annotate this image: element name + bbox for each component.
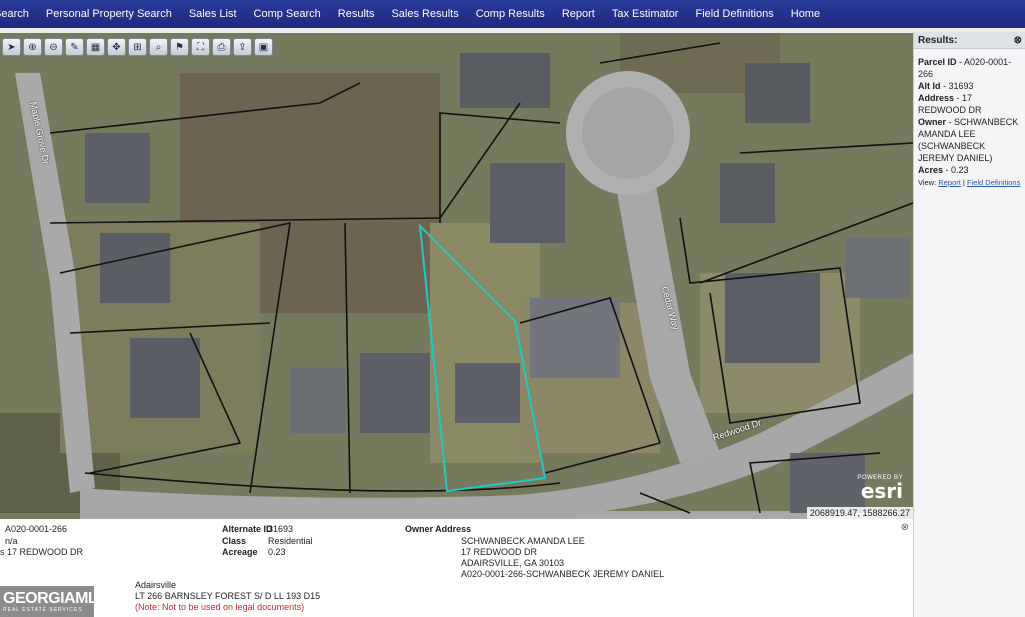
results-panel: Results: ⊗ Parcel ID - A020-0001-266 Alt… (913, 32, 1025, 617)
map-icon[interactable]: ▦ (86, 38, 105, 56)
info-address: s 17 REDWOOD DR (0, 547, 84, 557)
report-link[interactable]: Report (938, 178, 961, 187)
pencil-icon[interactable]: ✎ (65, 38, 84, 56)
nav-field-definitions[interactable]: Field Definitions (695, 8, 773, 20)
alt-id-label: Alt Id (918, 81, 941, 91)
info-parcel-id: A020-0001-266 (5, 524, 68, 534)
nav-personal-property-search[interactable]: Personal Property Search (46, 8, 172, 20)
extent-icon[interactable]: ⛶ (191, 38, 210, 56)
owner-address-label: Owner Address (405, 524, 472, 534)
map-toolbar: ➤ ⊕ ⊖ ✎ ▦ ✥ ⊞ ⌕ ⚑ ⛶ ⎙ ⇪ ▣ (2, 38, 273, 56)
close-info-icon[interactable]: ⊗ (901, 522, 909, 534)
marker-icon[interactable]: ⚑ (170, 38, 189, 56)
owner-extra: A020-0001-266-SCHWANBECK JEREMY DANIEL (461, 569, 665, 579)
parcel-map[interactable]: Maple Grove Dr Cedar Way Redwood Dr ➤ ⊕ … (0, 33, 913, 519)
nav-comp-search[interactable]: Comp Search (254, 8, 321, 20)
nav-home[interactable]: Home (791, 8, 820, 20)
legal-note: (Note: Not to be used on legal documents… (135, 602, 305, 612)
nav-search[interactable]: Search (0, 8, 29, 20)
acres-value: - 0.23 (945, 165, 969, 175)
nav-sales-results[interactable]: Sales Results (391, 8, 458, 20)
alternate-id-label: Alternate ID (222, 524, 273, 534)
aerial-imagery (0, 33, 913, 519)
parcel-info-panel: ⊗ A020-0001-266 n/a s 17 REDWOOD DR Alte… (0, 519, 913, 617)
zoom-in-icon[interactable]: ⊕ (23, 38, 42, 56)
results-title: Results: (918, 34, 958, 46)
nav-sales-list[interactable]: Sales List (189, 8, 237, 20)
save-icon[interactable]: ▣ (254, 38, 273, 56)
nav-tax-estimator[interactable]: Tax Estimator (612, 8, 679, 20)
field-definitions-link[interactable]: Field Definitions (967, 178, 1020, 187)
nav-comp-results[interactable]: Comp Results (476, 8, 545, 20)
nav-results[interactable]: Results (338, 8, 375, 20)
results-body: Parcel ID - A020-0001-266 Alt Id - 31693… (914, 49, 1025, 189)
zoom-out-icon[interactable]: ⊖ (44, 38, 63, 56)
measure-icon[interactable]: ⊞ (128, 38, 147, 56)
acres-label: Acres (918, 165, 944, 175)
esri-logo: POWERED BY esri (857, 475, 903, 503)
view-links: View: Report | Field Definitions (918, 178, 1021, 187)
export-icon[interactable]: ⇪ (233, 38, 252, 56)
cursor-icon[interactable]: ➤ (2, 38, 21, 56)
acreage-value: 0.23 (268, 547, 286, 557)
top-nav: Search Personal Property Search Sales Li… (0, 0, 1025, 28)
acreage-label: Acreage (222, 547, 258, 557)
magnifier-icon[interactable]: ⌕ (149, 38, 168, 56)
alternate-id-value: 31693 (268, 524, 294, 534)
owner-label: Owner (918, 117, 947, 127)
georgia-mls-watermark: GEORGIAMLS REAL ESTATE SERVICES (0, 586, 108, 617)
coordinate-readout: 2068919.47, 1588266.27 (806, 507, 913, 519)
address-label: Address (918, 93, 955, 103)
pan-icon[interactable]: ✥ (107, 38, 126, 56)
alt-id-value: - 31693 (943, 81, 974, 91)
close-icon[interactable]: ⊗ (1014, 35, 1022, 46)
print-icon[interactable]: ⎙ (212, 38, 231, 56)
results-header: Results: ⊗ (914, 32, 1025, 49)
parcel-id-label: Parcel ID (918, 57, 957, 67)
nav-report[interactable]: Report (562, 8, 595, 20)
